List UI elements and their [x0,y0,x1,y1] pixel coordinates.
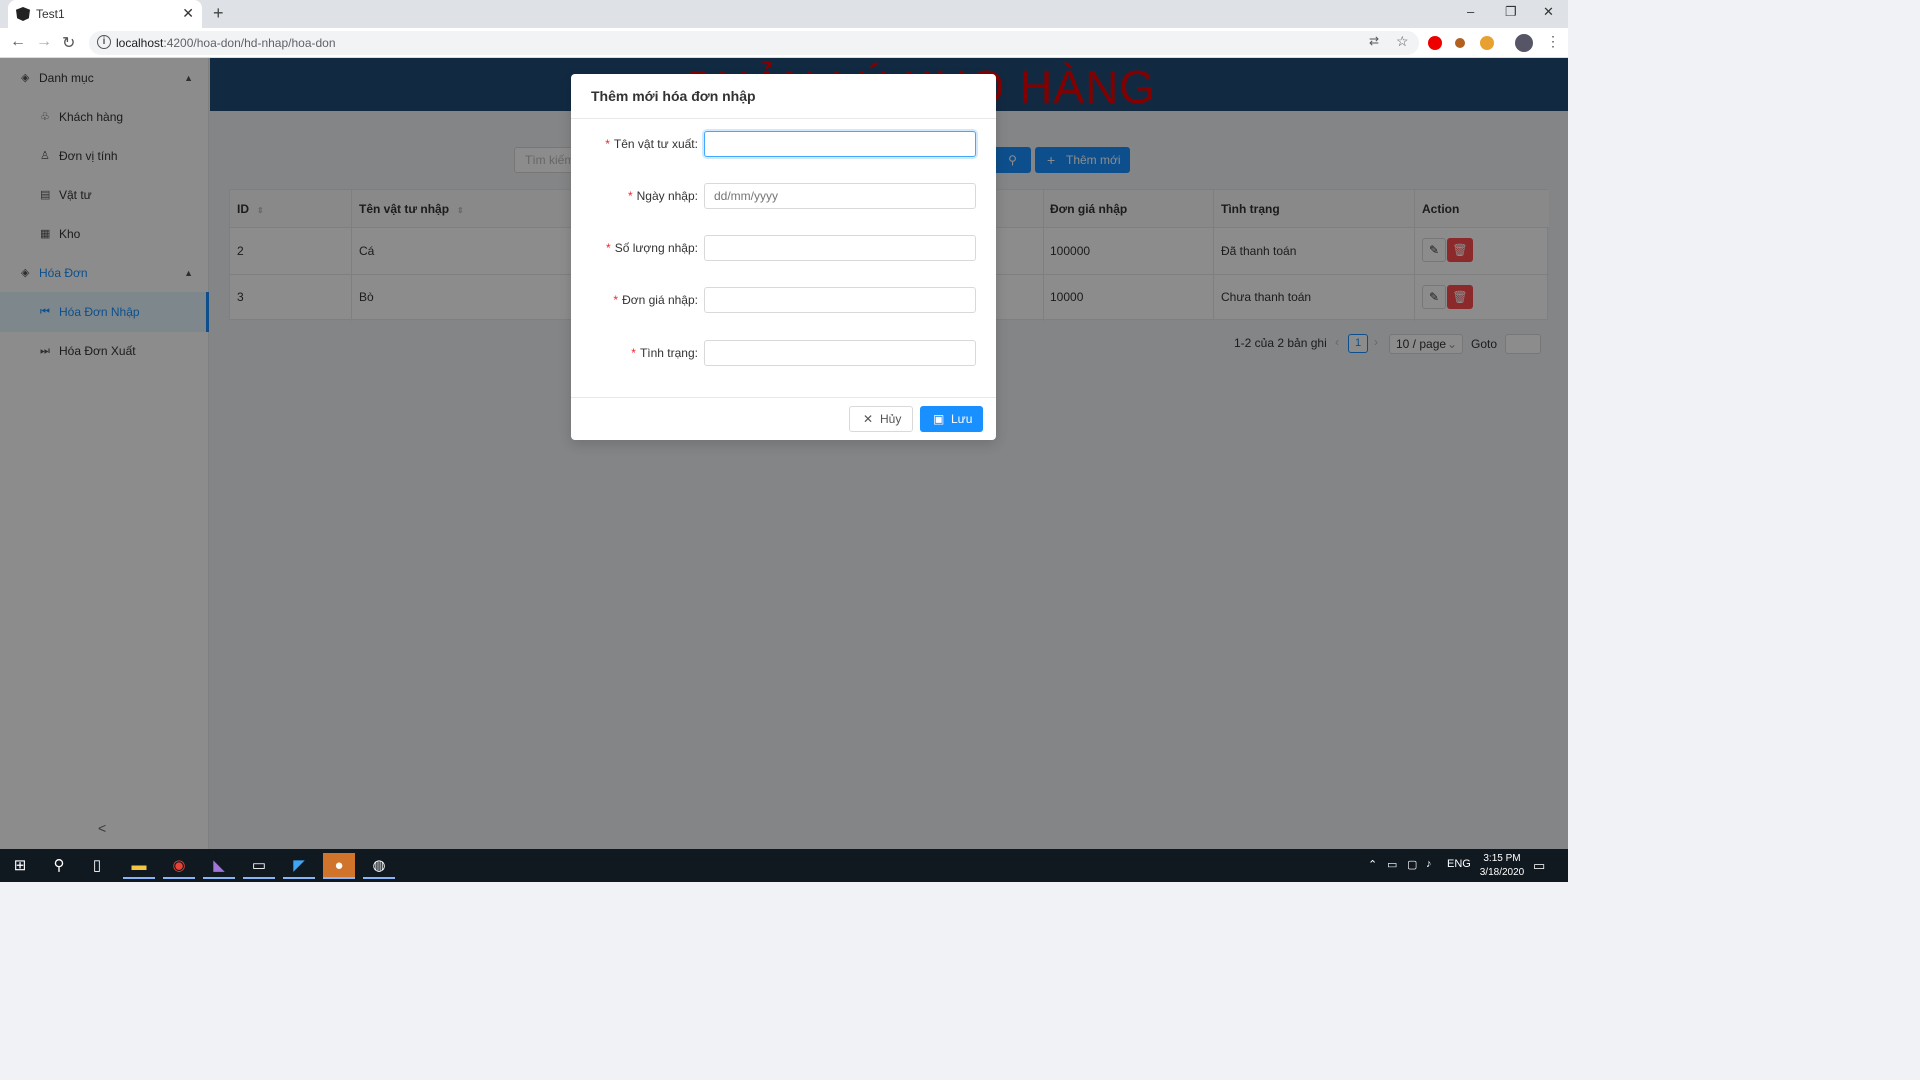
form-row-ngay-nhap: * Ngày nhập: [571,183,996,210]
windows-start-icon[interactable]: ⊞ [4,853,36,879]
restore-icon[interactable]: ❐ [1505,4,1517,20]
modal-title: Thêm mới hóa đơn nhập [591,88,756,104]
url-text: localhost:4200/hoa-don/hd-nhap/hoa-don [116,36,336,50]
volume-icon[interactable]: ♪ [1426,858,1432,870]
back-icon[interactable]: ← [10,33,26,51]
network-icon[interactable]: ▢ [1407,858,1417,871]
field-label: * Số lượng nhập: [606,241,698,255]
close-icon: ✕ [863,412,874,426]
tab-title: Test1 [36,7,65,21]
field-label: * Tình trạng: [631,346,698,360]
browser-toolbar: ← → ↻ i localhost:4200/hoa-don/hd-nhap/h… [0,28,1568,58]
extension-icon[interactable] [1455,38,1465,48]
reload-icon[interactable]: ↻ [62,33,75,53]
action-center-icon[interactable]: ▭ [1533,858,1545,874]
browser-tab-strip: Test1 ✕ + – ❐ ✕ [0,0,1568,28]
paint-icon[interactable]: ◍ [363,853,395,879]
forward-icon[interactable]: → [36,33,52,51]
ten-vat-tu-input[interactable] [704,131,976,157]
modal-header: Thêm mới hóa đơn nhập [571,74,996,119]
new-tab-button[interactable]: + [213,3,224,24]
form-row-tinh-trang: * Tình trạng: [571,340,996,367]
close-tab-icon[interactable]: ✕ [182,5,194,22]
form-row-ten-vat-tu: * Tên vật tư xuất: [571,131,996,158]
save-icon: ▣ [933,412,945,426]
add-invoice-modal: Thêm mới hóa đơn nhập * Tên vật tư xuất: … [571,74,996,440]
vscode-icon[interactable]: ◤ [283,853,315,879]
ngay-nhap-input[interactable] [704,183,976,209]
clock[interactable]: 3:15 PM 3/18/2020 [1474,852,1530,880]
window-close-icon[interactable]: ✕ [1543,4,1554,20]
windows-taskbar: ⊞ ⚲ ▯ ▬ ◉ ◣ ▭ ◤ ● ◍ ⌃ ▭ ▢ ♪ ENG 3:15 PM … [0,849,1568,882]
tinh-trang-input[interactable] [704,340,976,366]
minimize-icon[interactable]: – [1467,4,1474,19]
form-row-don-gia: * Đơn giá nhập: [571,287,996,314]
cancel-button[interactable]: ✕ Hủy [849,406,913,432]
language-indicator[interactable]: ENG [1447,858,1471,870]
task-view-icon[interactable]: ▯ [81,853,113,879]
save-button[interactable]: ▣ Lưu [920,406,983,432]
field-label: * Tên vật tư xuất: [605,137,698,151]
form-row-so-luong: * Số lượng nhập: [571,235,996,262]
field-label: * Ngày nhập: [627,189,698,203]
terminal-icon[interactable]: ▭ [243,853,275,879]
notification-app-icon[interactable]: ● [323,853,355,879]
adblock-icon[interactable] [1428,36,1442,50]
address-bar[interactable]: i localhost:4200/hoa-don/hd-nhap/hoa-don… [89,31,1419,55]
cancel-label: Hủy [880,412,902,426]
search-icon[interactable]: ⚲ [43,853,75,879]
profile-avatar[interactable] [1515,34,1533,52]
cookie-icon[interactable] [1480,36,1494,50]
field-label: * Đơn giá nhập: [613,293,698,307]
battery-icon[interactable]: ▭ [1387,858,1397,871]
menu-dots-icon[interactable]: ⋮ [1546,33,1560,50]
angular-icon [16,7,30,21]
clock-date: 3/18/2020 [1479,867,1525,878]
translate-icon[interactable]: ⇄ [1369,34,1379,48]
clock-time: 3:15 PM [1483,853,1521,864]
don-gia-input[interactable] [704,287,976,313]
visual-studio-icon[interactable]: ◣ [203,853,235,879]
bookmark-star-icon[interactable]: ☆ [1396,33,1409,50]
browser-tab[interactable]: Test1 ✕ [8,0,202,28]
file-explorer-icon[interactable]: ▬ [123,853,155,879]
save-label: Lưu [951,412,973,426]
so-luong-input[interactable] [704,235,976,261]
tray-chevron-icon[interactable]: ⌃ [1368,858,1377,871]
chrome-icon[interactable]: ◉ [163,853,195,879]
info-icon[interactable]: i [97,35,111,49]
